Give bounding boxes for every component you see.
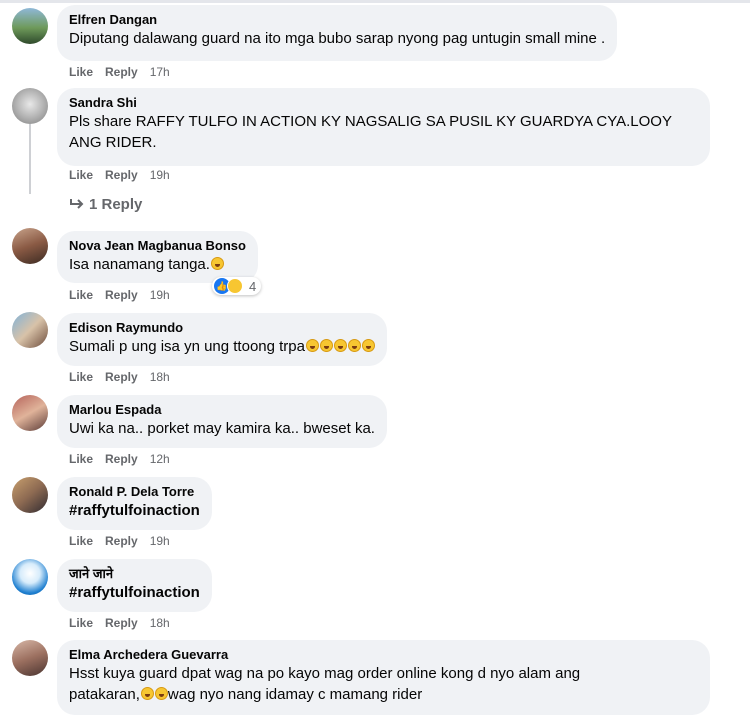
comment-bubble: Elma Archedera Guevarra Hsst kuya guard … <box>57 640 710 715</box>
comment-bubble: Elfren Dangan Diputang dalawang guard na… <box>57 5 618 61</box>
top-divider <box>0 0 750 3</box>
like-button[interactable]: Like <box>69 370 93 384</box>
comment-author[interactable]: Sandra Shi <box>69 94 698 111</box>
reply-button[interactable]: Reply <box>105 65 138 79</box>
emoji-icon <box>140 687 154 700</box>
view-replies-link[interactable]: 1 Reply <box>69 196 142 213</box>
avatar[interactable] <box>12 8 48 44</box>
comment-text: Sumali p ung isa yn ung ttoong trpa <box>69 338 305 355</box>
comment-actions: Like Reply 12h <box>69 452 182 466</box>
avatar[interactable] <box>12 228 48 264</box>
reaction-summary[interactable]: 👍 4 <box>212 277 262 295</box>
comment-timestamp[interactable]: 18h <box>150 370 170 384</box>
like-button[interactable]: Like <box>69 452 93 466</box>
comment-author[interactable]: जाने जाने <box>69 565 200 582</box>
comment-text-line: Hsst kuya guard dpat wag na po kayo mag … <box>69 665 581 682</box>
haha-reaction-icon <box>227 278 243 294</box>
comment-text: wag nyo nang idamay c mamang rider <box>167 686 423 703</box>
reaction-count: 4 <box>249 278 257 294</box>
comment-text: Isa nanamang tanga. <box>69 256 210 273</box>
comment-actions: Like Reply 19h <box>69 168 182 182</box>
comment-text-line: ANG RIDER. <box>69 134 157 151</box>
comment-actions: Like Reply 18h <box>69 616 182 630</box>
comment-timestamp[interactable]: 17h <box>150 65 170 79</box>
comment-timestamp[interactable]: 19h <box>150 288 170 302</box>
like-button[interactable]: Like <box>69 168 93 182</box>
comment-author[interactable]: Ronald P. Dela Torre <box>69 483 200 500</box>
comment-timestamp[interactable]: 19h <box>150 168 170 182</box>
comment-bubble: जाने जाने #raffytulfoinaction <box>57 559 212 612</box>
comment-author[interactable]: Marlou Espada <box>69 401 375 418</box>
thread-line <box>29 124 31 194</box>
reply-button[interactable]: Reply <box>105 288 138 302</box>
avatar[interactable] <box>12 88 48 124</box>
comment-author[interactable]: Elma Archedera Guevarra <box>69 646 698 663</box>
comment-text: Uwi ka na.. porket may kamira ka.. bwese… <box>69 420 375 437</box>
emoji-icon <box>154 687 168 700</box>
reply-button[interactable]: Reply <box>105 452 138 466</box>
like-button[interactable]: Like <box>69 534 93 548</box>
comment-author[interactable]: Nova Jean Magbanua Bonso <box>69 237 246 254</box>
comment-hashtag[interactable]: #raffytulfoinaction <box>69 500 200 521</box>
emoji-icon <box>348 339 361 352</box>
avatar[interactable] <box>12 395 48 431</box>
emoji-icon <box>306 339 319 352</box>
comment-text-line: Pls share RAFFY TULFO IN ACTION KY NAGSA… <box>69 113 672 130</box>
comment-bubble: Nova Jean Magbanua Bonso Isa nanamang ta… <box>57 231 258 283</box>
like-button[interactable]: Like <box>69 65 93 79</box>
reply-button[interactable]: Reply <box>105 370 138 384</box>
comment-actions: Like Reply 17h <box>69 65 182 79</box>
emoji-icon <box>320 339 333 352</box>
comment-timestamp[interactable]: 19h <box>150 534 170 548</box>
comment-actions: Like Reply 18h <box>69 370 182 384</box>
comment-actions: Like Reply 19h <box>69 534 182 548</box>
comment-hashtag[interactable]: #raffytulfoinaction <box>69 582 200 603</box>
comment-text: patakaran, <box>69 686 140 703</box>
like-button[interactable]: Like <box>69 616 93 630</box>
comment-bubble: Ronald P. Dela Torre #raffytulfoinaction <box>57 477 212 530</box>
comment-bubble: Marlou Espada Uwi ka na.. porket may kam… <box>57 395 387 448</box>
reply-button[interactable]: Reply <box>105 534 138 548</box>
reply-button[interactable]: Reply <box>105 168 138 182</box>
comment-author[interactable]: Elfren Dangan <box>69 11 605 28</box>
emoji-icon <box>210 257 224 270</box>
comment-timestamp[interactable]: 12h <box>150 452 170 466</box>
reply-arrow-icon <box>70 199 84 209</box>
comment-bubble: Edison Raymundo Sumali p ung isa yn ung … <box>57 313 387 366</box>
avatar[interactable] <box>12 559 48 595</box>
comment-bubble: Sandra Shi Pls share RAFFY TULFO IN ACTI… <box>57 88 710 166</box>
emoji-icon <box>334 339 347 352</box>
comment-actions: Like Reply 19h <box>69 288 182 302</box>
comment-text: Diputang dalawang guard na ito mga bubo … <box>69 30 606 47</box>
comment-author[interactable]: Edison Raymundo <box>69 319 375 336</box>
reply-button[interactable]: Reply <box>105 616 138 630</box>
emoji-icon <box>362 339 375 352</box>
avatar[interactable] <box>12 477 48 513</box>
comment-timestamp[interactable]: 18h <box>150 616 170 630</box>
replies-count[interactable]: 1 Reply <box>89 196 142 213</box>
avatar[interactable] <box>12 312 48 348</box>
avatar[interactable] <box>12 640 48 676</box>
like-button[interactable]: Like <box>69 288 93 302</box>
